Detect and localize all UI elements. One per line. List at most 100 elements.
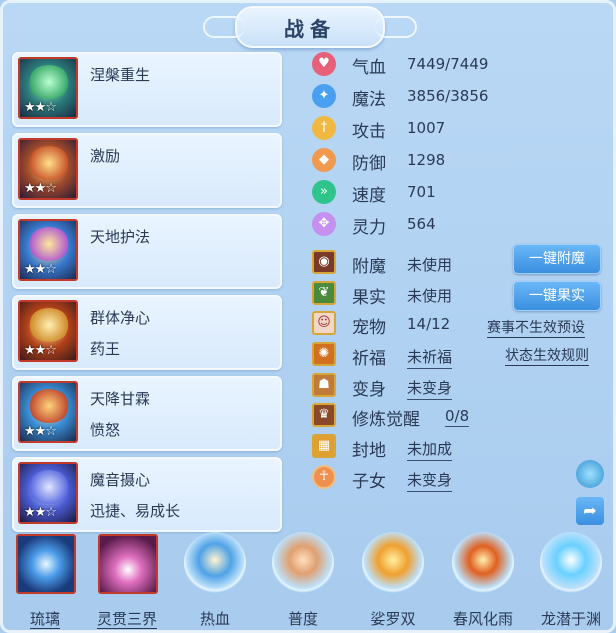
event-preset-link[interactable]: 赛事不生效预设 xyxy=(487,317,585,338)
lingguan-icon xyxy=(98,534,158,594)
star-rating: ★★☆ xyxy=(24,343,57,358)
skill-label: 龙潜于渊 xyxy=(540,610,601,628)
skill-label: 热血 xyxy=(199,610,230,628)
refresh-icon[interactable] xyxy=(576,460,604,488)
skill-list: ★★☆ 涅槃重生 ★★☆ 激励 ★★☆ 天地护法 ★★☆ 群体净心 药王 ★★☆ xyxy=(12,52,282,538)
liuli-icon xyxy=(16,534,76,594)
attr-value-link[interactable]: 未加成 xyxy=(407,438,453,462)
status-rules-link[interactable]: 状态生效规则 xyxy=(505,345,589,366)
attr-value-link[interactable]: 未变身 xyxy=(407,377,453,400)
stat-value: 564 xyxy=(407,215,436,233)
stat-label: 攻击 xyxy=(352,122,386,142)
skill-icon: ★★☆ xyxy=(18,300,78,362)
stat-value: 1298 xyxy=(407,151,446,169)
skill-icon: ★★☆ xyxy=(18,381,78,443)
skill-button-suoluoshuang[interactable]: 娑罗双 xyxy=(358,528,428,633)
skill-subtitle: 迅捷、易成长 xyxy=(90,502,181,520)
warrior-icon xyxy=(28,146,70,180)
share-icon[interactable]: ➦ xyxy=(576,497,604,525)
attr-row-transform[interactable]: ☗ 变身 未变身 xyxy=(312,371,608,402)
skill-button-rexue[interactable]: 热血 xyxy=(180,528,250,633)
skill-card[interactable]: ★★☆ 天降甘霖 愤怒 xyxy=(12,376,282,451)
skill-label: 普度 xyxy=(287,610,318,628)
attr-value: 14/12 xyxy=(407,315,451,334)
skill-name: 魔音摄心 xyxy=(90,471,151,489)
attr-label: 变身 xyxy=(352,379,386,400)
skill-card[interactable]: ★★☆ 魔音摄心 迅捷、易成长 xyxy=(12,457,282,532)
attr-value-link[interactable]: 未祈福 xyxy=(407,346,453,370)
skill-label: 娑罗双 xyxy=(370,610,416,628)
skill-card[interactable]: ★★☆ 激励 xyxy=(12,133,282,208)
fruit-icon: ❦ xyxy=(312,280,336,305)
stat-value: 7449/7449 xyxy=(407,55,489,73)
attr-label: 宠物 xyxy=(352,318,386,339)
star-rating: ★★☆ xyxy=(24,181,57,196)
skill-button-longqian[interactable]: 龙潜于渊 xyxy=(536,528,606,633)
skill-label: 琉璃 xyxy=(29,610,60,629)
skill-label: 春风化雨 xyxy=(452,610,513,628)
stat-value: 3856/3856 xyxy=(407,87,489,105)
rexue-icon xyxy=(184,532,246,594)
skill-subtitle: 药王 xyxy=(90,340,121,358)
skill-button-chunfeng[interactable]: 春风化雨 xyxy=(448,528,518,633)
attr-value-link[interactable]: 0/8 xyxy=(445,407,470,428)
one-click-fruit-button[interactable]: 一键果实 xyxy=(513,281,601,311)
mana-icon: ✦ xyxy=(312,84,336,108)
skill-icon: ★★☆ xyxy=(18,138,78,200)
one-click-enchant-button[interactable]: 一键附魔 xyxy=(513,244,601,274)
attr-value: 未使用 xyxy=(407,256,453,274)
spirit-icon: ✥ xyxy=(312,212,336,236)
skill-card[interactable]: ★★☆ 天地护法 xyxy=(12,214,282,289)
star-rating: ★★☆ xyxy=(24,262,57,277)
bottom-skill-bar: 琉璃 灵贯三界 热血 普度 娑罗双 春风化雨 龙潜于渊 xyxy=(0,528,616,633)
attr-value-link[interactable]: 未变身 xyxy=(407,469,453,492)
heart-icon: ♥ xyxy=(312,52,336,76)
attr-row-territory[interactable]: ▦ 封地 未加成 xyxy=(312,432,608,463)
stat-row: ◆ 防御 1298 xyxy=(312,144,512,176)
skill-card[interactable]: ★★☆ 涅槃重生 xyxy=(12,52,282,127)
skill-icon: ★★☆ xyxy=(18,219,78,281)
attr-label: 祈福 xyxy=(352,349,386,370)
longqian-icon xyxy=(540,532,602,594)
blessing-icon: ✺ xyxy=(312,342,336,367)
purify-icon xyxy=(28,308,70,342)
title-banner: 战备 xyxy=(203,6,417,48)
stat-label: 魔法 xyxy=(352,90,386,110)
skill-subtitle: 愤怒 xyxy=(90,421,121,439)
skill-button-liuli[interactable]: 琉璃 xyxy=(10,528,80,633)
attr-label: 修炼觉醒 xyxy=(352,410,420,431)
stat-row: † 攻击 1007 xyxy=(312,112,512,144)
cloud-ornament-right xyxy=(375,16,417,38)
stat-row: ✥ 灵力 564 xyxy=(312,208,512,240)
skill-button-lingguan[interactable]: 灵贯三界 xyxy=(92,528,162,633)
skill-card[interactable]: ★★☆ 群体净心 药王 xyxy=(12,295,282,370)
star-rating: ★★☆ xyxy=(24,505,57,520)
attr-label: 子女 xyxy=(352,471,386,492)
skill-icon: ★★☆ xyxy=(18,57,78,119)
phoenix-icon xyxy=(28,65,70,99)
skill-name: 群体净心 xyxy=(90,309,151,327)
attr-row-cultivation[interactable]: ♛ 修炼觉醒 0/8 xyxy=(312,401,608,432)
stat-label: 灵力 xyxy=(352,218,386,238)
pet-icon: ☺ xyxy=(312,311,336,336)
stat-row: » 速度 701 xyxy=(312,176,512,208)
transform-icon: ☗ xyxy=(312,372,336,397)
rain-icon xyxy=(28,389,70,423)
shield-icon: ◆ xyxy=(312,148,336,172)
skill-label: 灵贯三界 xyxy=(96,610,157,629)
demon-sound-icon xyxy=(28,470,70,504)
stat-label: 防御 xyxy=(352,154,386,174)
stat-list: ♥ 气血 7449/7449 ✦ 魔法 3856/3856 † 攻击 1007 … xyxy=(312,48,512,240)
skill-name: 激励 xyxy=(90,147,121,165)
pudu-icon xyxy=(272,532,334,594)
stat-label: 气血 xyxy=(352,58,386,78)
attr-label: 封地 xyxy=(352,441,386,462)
skill-button-pudu[interactable]: 普度 xyxy=(268,528,338,633)
cultivation-icon: ♛ xyxy=(312,403,336,428)
star-rating: ★★☆ xyxy=(24,100,57,115)
attr-row-child[interactable]: ☥ 子女 未变身 xyxy=(312,463,608,494)
star-rating: ★★☆ xyxy=(24,424,57,439)
sword-icon: † xyxy=(312,116,336,140)
page-title: 战备 xyxy=(284,16,336,41)
skill-icon: ★★☆ xyxy=(18,462,78,524)
